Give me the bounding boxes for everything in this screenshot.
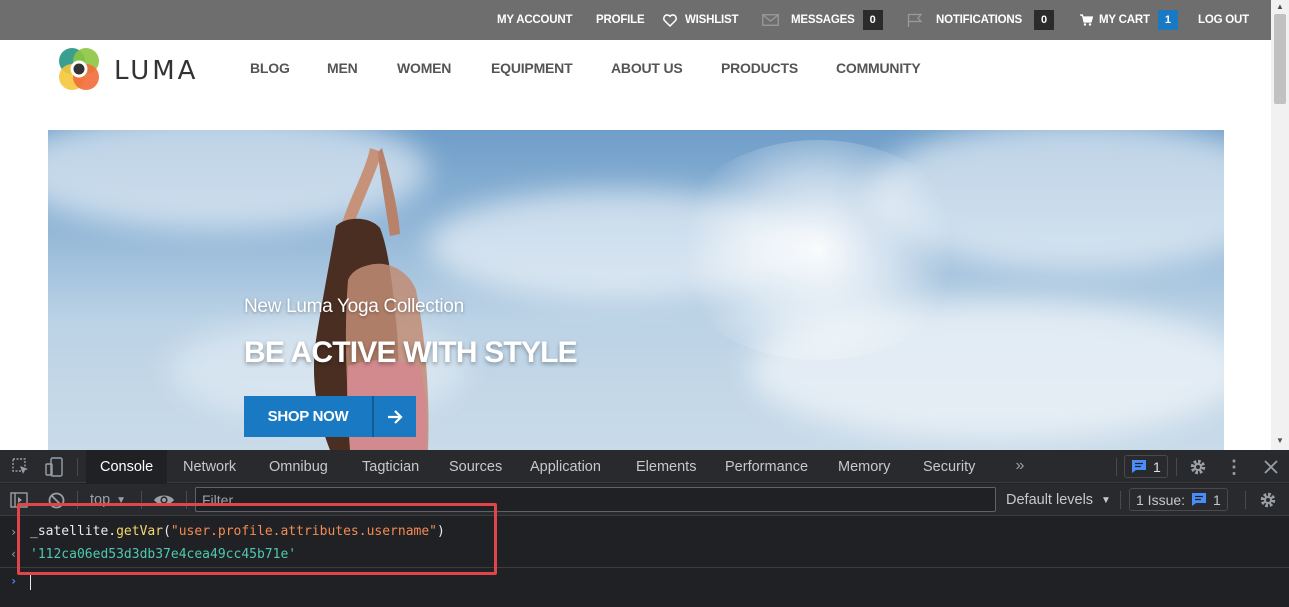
luma-logo-icon — [56, 46, 102, 97]
yoga-woman-figure — [313, 148, 429, 450]
more-tabs-icon[interactable]: » — [1010, 456, 1030, 476]
message-bubble-icon — [1191, 492, 1207, 507]
tab-separator — [77, 458, 78, 476]
text-caret — [30, 574, 31, 590]
issues-count: 1 — [1213, 491, 1221, 508]
scroll-down-arrow-icon[interactable]: ▼ — [1275, 436, 1285, 446]
message-bubble-icon — [1131, 459, 1147, 474]
nav-item-blog[interactable]: BLOG — [250, 60, 290, 80]
wishlist-link[interactable]: WISHLIST — [663, 0, 739, 40]
flag-icon — [907, 13, 923, 27]
nav-item-men[interactable]: MEN — [327, 60, 358, 80]
tab-console[interactable]: Console — [86, 450, 168, 483]
devtools-tab-bar: Console Network Omnibug Tagtician Source… — [0, 450, 1289, 483]
tab-omnibug[interactable]: Omnibug — [269, 450, 328, 483]
more-options-icon[interactable]: ⋮ — [1224, 456, 1244, 478]
utility-bar: MY ACCOUNT PROFILE WISHLIST MESSAGES 0 N… — [0, 0, 1271, 40]
nav-item-equipment[interactable]: EQUIPMENT — [491, 60, 573, 80]
luma-logo-text: LUMA — [114, 56, 199, 86]
nav-item-community[interactable]: COMMUNITY — [836, 60, 921, 80]
settings-gear-icon[interactable] — [1187, 456, 1209, 478]
device-toolbar-icon[interactable] — [42, 456, 66, 478]
close-icon[interactable] — [1260, 456, 1282, 478]
log-out-label: LOG OUT — [1198, 14, 1249, 26]
tab-tagtician[interactable]: Tagtician — [362, 450, 419, 483]
inspect-element-icon[interactable] — [10, 457, 32, 477]
envelope-icon — [762, 14, 779, 26]
luma-logo[interactable]: LUMA — [56, 46, 199, 97]
tab-security[interactable]: Security — [923, 450, 975, 483]
cart-count-badge: 1 — [1157, 10, 1178, 30]
my-cart-label: MY CART — [1099, 14, 1150, 26]
hero-subtitle: New Luma Yoga Collection — [244, 296, 464, 317]
notifications-count-badge: 0 — [1034, 10, 1054, 30]
annotation-highlight-box — [17, 503, 497, 575]
issues-label: 1 Issue: — [1136, 491, 1186, 508]
tab-application[interactable]: Application — [530, 450, 601, 483]
messages-badge-button[interactable]: 1 — [1124, 455, 1168, 478]
heart-icon — [663, 13, 677, 27]
cart-icon — [1080, 14, 1093, 26]
nav-item-about-us[interactable]: ABOUT US — [611, 60, 683, 80]
hero-title: BE ACTIVE WITH STYLE — [244, 336, 578, 369]
tab-separator — [1176, 458, 1177, 476]
messages-count-badge: 0 — [862, 10, 883, 30]
tab-separator — [1116, 458, 1117, 476]
tab-network[interactable]: Network — [183, 450, 236, 483]
hero-banner: New Luma Yoga Collection BE ACTIVE WITH … — [48, 130, 1224, 450]
active-prompt-icon: › — [10, 574, 18, 588]
nav-item-products[interactable]: PRODUCTS — [721, 60, 798, 80]
issues-button[interactable]: 1 Issue: 1 — [1129, 488, 1228, 511]
tab-memory[interactable]: Memory — [838, 450, 890, 483]
tab-elements[interactable]: Elements — [636, 450, 696, 483]
my-cart-link[interactable]: MY CART 1 — [1080, 0, 1178, 40]
shop-now-button[interactable]: SHOP NOW — [244, 396, 416, 437]
arrow-right-icon — [374, 409, 416, 424]
page-scrollbar-thumb[interactable] — [1274, 14, 1286, 104]
messages-label: MESSAGES — [791, 14, 855, 26]
profile-link[interactable]: PROFILE — [596, 0, 645, 40]
messages-link[interactable]: MESSAGES 0 — [762, 0, 883, 40]
wishlist-label: WISHLIST — [685, 14, 739, 26]
tab-sources[interactable]: Sources — [449, 450, 502, 483]
scroll-up-arrow-icon[interactable]: ▲ — [1275, 2, 1285, 12]
toolbar-separator — [1120, 491, 1121, 509]
notifications-label: NOTIFICATIONS — [936, 14, 1022, 26]
nav-item-women[interactable]: WOMEN — [397, 60, 451, 80]
my-account-link[interactable]: MY ACCOUNT — [497, 0, 573, 40]
profile-label: PROFILE — [596, 14, 645, 26]
log-levels-dropdown[interactable]: Default levels ▼ — [1006, 484, 1111, 516]
messages-badge-count: 1 — [1153, 458, 1161, 475]
notifications-link[interactable]: NOTIFICATIONS 0 — [907, 0, 1054, 40]
toolbar-separator — [1245, 491, 1246, 509]
tab-performance[interactable]: Performance — [725, 450, 808, 483]
caret-down-icon: ▼ — [1101, 494, 1111, 506]
console-settings-gear-icon[interactable] — [1257, 489, 1279, 511]
shop-now-label: SHOP NOW — [267, 408, 349, 425]
log-out-link[interactable]: LOG OUT — [1198, 0, 1249, 40]
log-levels-label: Default levels — [1006, 492, 1094, 508]
my-account-label: MY ACCOUNT — [497, 14, 573, 26]
